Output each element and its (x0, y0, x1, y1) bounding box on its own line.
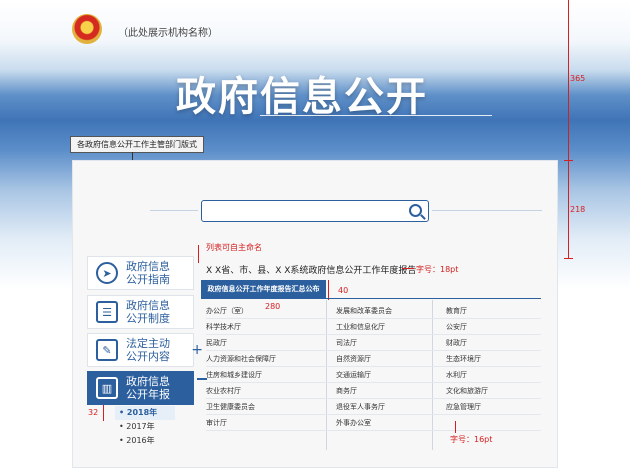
department-link[interactable]: 发展和改革委员会 (336, 303, 446, 319)
department-link[interactable]: 住房和城乡建设厅 (206, 367, 336, 383)
department-link[interactable]: 司法厅 (336, 335, 446, 351)
compass-icon: ➤ (96, 262, 118, 284)
sidebar-item-label: 法定主动公开内容 (126, 337, 170, 363)
department-grid: 办公厅（室） 发展和改革委员会 教育厅 科学技术厅 工业和信息化厅 公安厅 民政… (206, 303, 541, 431)
department-link[interactable]: 文化和旅游厅 (446, 383, 541, 399)
department-link[interactable]: 工业和信息化厅 (336, 319, 446, 335)
department-link[interactable]: 卫生健康委员会 (206, 399, 336, 415)
year-item-2017[interactable]: • 2017年 (115, 420, 165, 434)
expand-plus-icon[interactable]: + (191, 342, 203, 358)
ruler-tick (564, 258, 573, 259)
annotation-font-18: 字号：18pt (416, 265, 459, 274)
search-icon[interactable] (409, 204, 422, 217)
sidebar-item-label: 政府信息公开制度 (126, 299, 170, 325)
dept-layout-tag: 各政府信息公开工作主管部门版式 (70, 136, 204, 153)
org-name: （此处展示机构名称） (118, 28, 218, 39)
department-link[interactable]: 教育厅 (446, 303, 541, 319)
annotation-list-custom: 列表可自主命名 (206, 243, 262, 252)
department-link[interactable]: 农业农村厅 (206, 383, 336, 399)
annotation-height-40: 40 (338, 286, 349, 295)
ruler-label-218: 218 (570, 205, 586, 214)
search-decor-line (432, 210, 542, 211)
search-decor-line (150, 210, 198, 211)
sidebar-item-label: 政府信息公开指南 (126, 260, 170, 286)
year-list: • 2018年 • 2017年 • 2016年 (115, 406, 175, 448)
department-link[interactable]: 水利厅 (446, 367, 541, 383)
document-list-icon: ☰ (96, 301, 118, 323)
list-header-tab[interactable]: 政府信息公开工作年度报告汇总公布 (201, 280, 326, 298)
department-link[interactable]: 公安厅 (446, 319, 541, 335)
department-link[interactable]: 商务厅 (336, 383, 446, 399)
department-link[interactable]: 退役军人事务厅 (336, 399, 446, 415)
search-input[interactable] (201, 200, 429, 222)
department-link[interactable]: 办公厅（室） (206, 303, 336, 319)
bar-chart-icon: ▥ (96, 377, 118, 399)
sidebar-item-annual-report[interactable]: ▥ 政府信息公开年报 (87, 371, 207, 405)
annotation-height-line (103, 405, 104, 421)
ruler-label-365: 365 (570, 74, 586, 83)
department-link[interactable]: 民政厅 (206, 335, 336, 351)
year-item-2016[interactable]: • 2016年 (115, 434, 165, 448)
clipboard-icon: ✎ (96, 339, 118, 361)
annotation-font-16: 字号：16pt (450, 435, 493, 444)
department-link[interactable]: 财政厅 (446, 335, 541, 351)
department-link[interactable]: 人力资源和社会保障厅 (206, 351, 336, 367)
sidebar-item-guide[interactable]: ➤ 政府信息公开指南 (87, 256, 194, 290)
year-item-2018[interactable]: • 2018年 (115, 406, 175, 420)
page-title: 政府信息公开 (176, 74, 428, 120)
annotation-pointer (402, 268, 414, 269)
annotation-bracket (198, 245, 199, 263)
ruler-tick (564, 160, 573, 161)
title-underline (260, 115, 492, 116)
national-emblem-icon (72, 14, 102, 44)
annotation-height-line (328, 280, 329, 300)
department-link[interactable]: 审计厅 (206, 415, 336, 431)
sidebar-item-label: 政府信息公开年报 (126, 375, 170, 401)
sidebar-item-system[interactable]: ☰ 政府信息公开制度 (87, 295, 194, 329)
sidebar-item-mandatory[interactable]: ✎ 法定主动公开内容 + (87, 333, 203, 367)
report-title: X X省、市、县、X X系统政府信息公开工作年度报告 (206, 266, 417, 276)
department-link[interactable]: 外事办公室 (336, 415, 446, 431)
department-link (446, 415, 541, 431)
ruler-line (568, 0, 569, 258)
annotation-pointer (455, 421, 456, 433)
department-link[interactable]: 自然资源厅 (336, 351, 446, 367)
department-link[interactable]: 生态环境厅 (446, 351, 541, 367)
annotation-height-32: 32 (88, 408, 99, 417)
department-link[interactable]: 科学技术厅 (206, 319, 336, 335)
department-link[interactable]: 应急管理厅 (446, 399, 541, 415)
department-link[interactable]: 交通运输厅 (336, 367, 446, 383)
list-header-rule (201, 298, 541, 299)
